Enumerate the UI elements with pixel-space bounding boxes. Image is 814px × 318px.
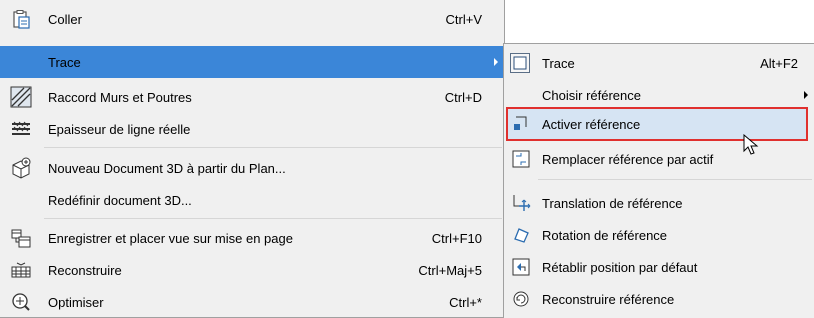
submenu-item-translation-reference[interactable]: Translation de référence — [504, 187, 814, 219]
trace-submenu: Trace Alt+F2 Choisir référence Activer r… — [503, 43, 814, 318]
menu-item-raccord-murs-poutres[interactable]: Raccord Murs et Poutres Ctrl+D — [0, 81, 504, 113]
menu-item-shortcut: Alt+F2 — [760, 55, 798, 71]
line-weight-icon — [10, 118, 32, 140]
menu-item-label: Reconstruire — [48, 262, 122, 278]
menu-item-label: Enregistrer et placer vue sur mise en pa… — [48, 230, 293, 246]
reset-position-icon — [510, 256, 532, 278]
submenu-item-remplacer-reference[interactable]: Remplacer référence par actif — [504, 143, 814, 175]
menu-item-shortcut: Ctrl+Maj+5 — [418, 262, 482, 278]
menu-item-label: Trace — [542, 55, 575, 71]
optimize-icon — [10, 291, 32, 313]
menu-item-epaisseur-ligne[interactable]: Epaisseur de ligne réelle — [0, 113, 504, 145]
menu-item-shortcut: Ctrl+V — [445, 11, 482, 27]
menu-separator — [44, 147, 502, 148]
menu-item-label: Choisir référence — [542, 87, 641, 103]
menu-item-label: Redéfinir document 3D... — [48, 192, 192, 208]
menu-item-label: Rétablir position par défaut — [542, 259, 698, 275]
mouse-cursor-icon — [743, 133, 759, 159]
menu-item-shortcut: Ctrl+F10 — [431, 230, 482, 246]
menu-item-label: Trace — [48, 54, 81, 70]
submenu-item-rotation-reference[interactable]: Rotation de référence — [504, 219, 814, 251]
activate-reference-icon — [510, 113, 532, 135]
trace-icon — [510, 53, 530, 73]
new-3d-document-icon — [10, 157, 32, 179]
menu-item-shortcut: Ctrl+* — [449, 294, 482, 310]
menu-item-label: Activer référence — [542, 116, 641, 132]
menu-item-trace[interactable]: Trace — [0, 46, 504, 78]
menu-item-label: Remplacer référence par actif — [542, 151, 714, 167]
rotate-reference-icon — [510, 224, 532, 246]
submenu-arrow-icon — [494, 58, 498, 66]
menu-separator — [44, 218, 502, 219]
submenu-item-activer-reference[interactable]: Activer référence — [504, 108, 814, 140]
menu-item-label: Coller — [48, 11, 82, 27]
context-menu: Coller Ctrl+V Trace Raccord Murs et Pout… — [0, 0, 505, 318]
menu-item-label: Optimiser — [48, 294, 104, 310]
paste-icon — [10, 8, 32, 30]
rebuild-icon — [10, 259, 32, 281]
submenu-item-trace[interactable]: Trace Alt+F2 — [504, 47, 814, 79]
menu-item-label: Reconstruire référence — [542, 291, 675, 307]
menu-item-coller[interactable]: Coller Ctrl+V — [0, 3, 504, 35]
replace-reference-icon — [510, 148, 532, 170]
save-place-view-icon — [10, 227, 32, 249]
menu-item-redefinir-document-3d[interactable]: Redéfinir document 3D... — [0, 184, 504, 216]
submenu-item-retablir-position[interactable]: Rétablir position par défaut — [504, 251, 814, 283]
move-reference-icon — [510, 192, 532, 214]
menu-separator — [538, 179, 812, 180]
menu-item-enregistrer-placer-vue[interactable]: Enregistrer et placer vue sur mise en pa… — [0, 222, 504, 254]
menu-item-reconstruire[interactable]: Reconstruire Ctrl+Maj+5 — [0, 254, 504, 286]
wall-beam-join-icon — [10, 86, 32, 108]
menu-item-shortcut: Ctrl+D — [444, 89, 482, 105]
menu-item-label: Rotation de référence — [542, 227, 668, 243]
menu-item-label: Nouveau Document 3D à partir du Plan... — [48, 160, 286, 176]
menu-item-label: Epaisseur de ligne réelle — [48, 121, 191, 137]
rebuild-reference-icon — [510, 288, 532, 310]
menu-item-label: Raccord Murs et Poutres — [48, 89, 192, 105]
submenu-item-reconstruire-reference[interactable]: Reconstruire référence — [504, 283, 814, 315]
submenu-arrow-icon — [804, 91, 808, 99]
menu-item-optimiser[interactable]: Optimiser Ctrl+* — [0, 286, 504, 318]
menu-item-label: Translation de référence — [542, 195, 683, 211]
menu-item-nouveau-document-3d[interactable]: Nouveau Document 3D à partir du Plan... — [0, 152, 504, 184]
